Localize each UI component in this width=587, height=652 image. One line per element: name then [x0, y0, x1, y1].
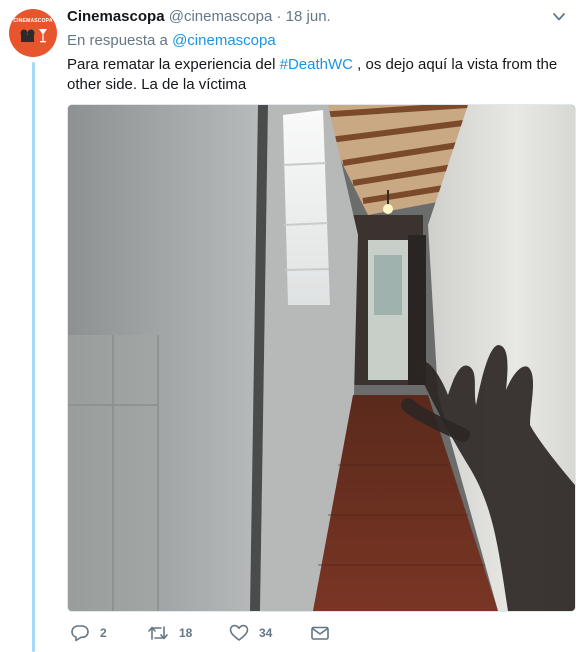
tweet-photo[interactable] — [67, 104, 576, 612]
tweet-text-start: Para rematar la experiencia del — [67, 56, 280, 73]
reply-count: 2 — [100, 626, 107, 640]
reply-prefix: En respuesta a — [67, 32, 168, 49]
tweet-text: Para rematar la experiencia del #DeathWC… — [67, 55, 572, 95]
avatar-brand-text: CINEMASCOPA — [13, 18, 53, 24]
tweet-header: Cinemascopa @cinemascopa · 18 jun. — [67, 8, 331, 26]
film-camera-icon — [20, 29, 47, 43]
tweet-actions: 2 18 34 — [67, 623, 567, 643]
user-handle[interactable]: @cinemascopa — [169, 8, 273, 25]
reply-button[interactable]: 2 — [70, 623, 107, 643]
reply-context: En respuesta a @cinemascopa — [67, 31, 276, 51]
reply-mention-link[interactable]: @cinemascopa — [172, 32, 276, 49]
retweet-button[interactable]: 18 — [147, 623, 192, 643]
hallway-photo-illustration — [68, 105, 575, 611]
retweet-icon — [148, 626, 168, 640]
reply-icon — [71, 625, 89, 642]
hashtag-link[interactable]: #DeathWC — [280, 56, 353, 73]
thread-connector-line — [32, 62, 35, 652]
header-separator: · — [276, 8, 282, 25]
avatar[interactable]: CINEMASCOPA — [9, 9, 57, 57]
like-button[interactable]: 34 — [229, 623, 272, 643]
retweet-count: 18 — [179, 626, 193, 640]
direct-message-button[interactable] — [310, 623, 340, 643]
display-name[interactable]: Cinemascopa — [67, 8, 165, 25]
chevron-down-icon[interactable] — [551, 10, 567, 24]
like-count: 34 — [259, 626, 273, 640]
envelope-icon — [311, 626, 329, 640]
tweet-date[interactable]: 18 jun. — [286, 8, 331, 25]
heart-icon — [229, 624, 249, 641]
